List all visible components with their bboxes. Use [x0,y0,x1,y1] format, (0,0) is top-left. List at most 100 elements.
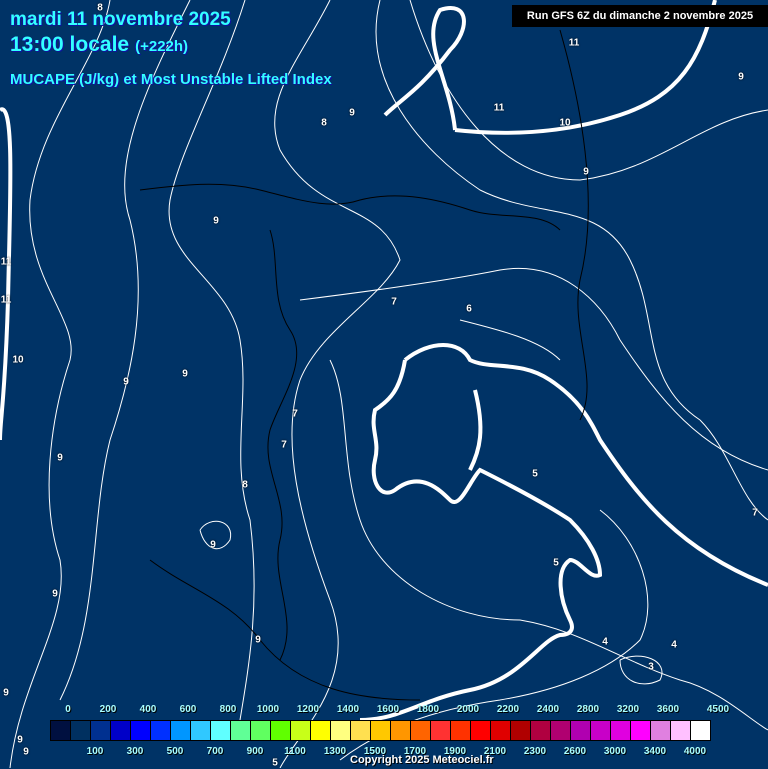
legend-top-label: 2400 [536,704,560,715]
legend-swatch [531,721,551,740]
lifted-index-contours [0,0,768,722]
contour-label: 7 [391,296,397,308]
contour-label: 9 [3,687,9,699]
contour-label: 9 [17,734,23,746]
legend-swatch [251,721,271,740]
contour-label: 9 [583,166,589,178]
country-borders [139,29,589,701]
contour-label: 3 [648,661,654,673]
legend-top-label: 600 [179,704,197,715]
contour-label: 11 [0,256,12,268]
contour-label: 8 [97,2,103,14]
contour-label: 11 [0,294,12,306]
legend-top-label: 200 [99,704,117,715]
lead-time: (+222h) [135,38,189,55]
legend-bottom-label: 100 [86,746,104,757]
legend-bottom-label: 1100 [284,746,306,757]
contour-label: 8 [321,117,327,129]
legend-swatch [351,721,371,740]
forecast-date: mardi 11 novembre 2025 [10,9,231,30]
legend-top-label: 1600 [376,704,400,715]
contour-label: 5 [272,757,278,769]
contour-label: 4 [671,639,677,651]
legend-swatch [451,721,471,740]
contour-label: 11 [493,102,505,114]
legend-swatch [111,721,131,740]
legend-swatch [651,721,671,740]
contour-label: 6 [466,303,472,315]
weather-map [0,0,768,768]
forecast-time: 13:00 locale (+222h) [10,33,188,57]
legend-swatch [671,721,691,740]
copyright: Copyright 2025 Meteociel.fr [350,754,494,766]
legend-swatch [91,721,111,740]
legend-swatch [511,721,531,740]
legend-swatch [471,721,491,740]
legend-bottom-label: 300 [126,746,144,757]
legend-swatch [631,721,651,740]
run-info: Run GFS 6Z du dimanche 2 novembre 2025 [512,5,768,27]
contour-label: 9 [213,215,219,227]
legend-swatch [331,721,351,740]
legend-bottom-label: 2300 [523,746,547,757]
legend-top-label: 2200 [496,704,520,715]
contour-label: 9 [349,107,355,119]
legend-bottom-label: 3400 [643,746,667,757]
legend-swatch [291,721,311,740]
contour-label: 7 [752,507,758,519]
legend-top-label: 1800 [416,704,440,715]
legend-swatch [311,721,331,740]
legend-swatch [191,721,211,740]
legend-bottom-label: 4000 [683,746,707,757]
legend-bottom-label: 1300 [323,746,347,757]
legend-top-label: 800 [219,704,237,715]
legend-swatch [391,721,411,740]
legend-bottom-label: 3000 [603,746,627,757]
legend-bottom-label: 500 [166,746,184,757]
contour-label: 8 [242,479,248,491]
color-legend [50,720,711,741]
legend-bottom-label: 900 [246,746,264,757]
legend-swatch [551,721,571,740]
legend-swatch [371,721,391,740]
contour-label: 9 [182,368,188,380]
contour-label: 9 [57,452,63,464]
contour-label: 11 [568,37,580,49]
contour-label: 5 [532,468,538,480]
legend-swatch [591,721,611,740]
legend-swatch [411,721,431,740]
contour-label: 10 [559,117,571,129]
legend-top-label: 1200 [296,704,320,715]
legend-swatch [611,721,631,740]
contour-label: 7 [281,439,287,451]
legend-swatch [431,721,451,740]
legend-swatch [571,721,591,740]
contour-label: 9 [23,746,29,758]
legend-top-label: 2000 [456,704,480,715]
legend-top-label: 3600 [656,704,680,715]
legend-swatch [271,721,291,740]
legend-bottom-label: 2600 [563,746,587,757]
legend-swatch [131,721,151,740]
legend-swatch [171,721,191,740]
contour-label: 9 [123,376,129,388]
map-title: MUCAPE (J/kg) et Most Unstable Lifted In… [10,71,332,88]
legend-swatch [211,721,231,740]
legend-top-label: 4500 [706,704,730,715]
contour-label: 7 [292,408,298,420]
legend-swatch [491,721,511,740]
legend-swatch [71,721,91,740]
legend-swatch [231,721,251,740]
contour-label: 10 [12,354,24,366]
local-time: 13:00 locale [10,33,130,56]
contour-label: 9 [255,634,261,646]
legend-top-label: 400 [139,704,157,715]
contour-label: 4 [602,636,608,648]
legend-swatch [151,721,171,740]
legend-bottom-label: 700 [206,746,224,757]
legend-top-label: 3200 [616,704,640,715]
legend-swatch [51,721,71,740]
contour-label: 9 [210,539,216,551]
legend-top-label: 2800 [576,704,600,715]
legend-top-label: 1400 [336,704,360,715]
